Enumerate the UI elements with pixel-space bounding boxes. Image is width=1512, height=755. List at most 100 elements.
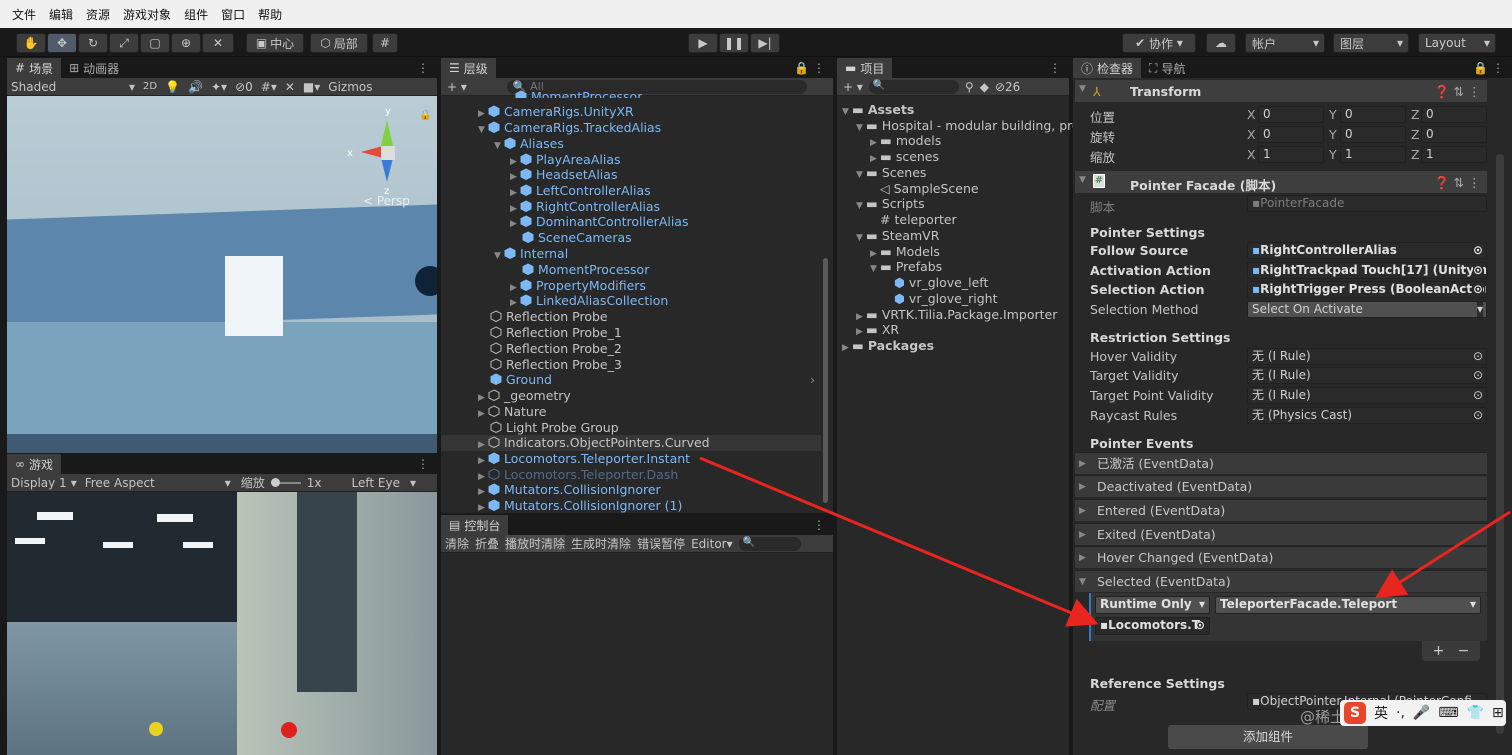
hierarchy-item[interactable]: ▶ _geometry	[478, 388, 571, 404]
persp-label[interactable]: < Persp	[363, 194, 410, 208]
expand-down-icon[interactable]: ▼	[856, 230, 866, 246]
project-item[interactable]: # teleporter	[870, 212, 957, 228]
menu-gameobject[interactable]: 游戏对象	[123, 6, 171, 23]
rotate-tool-icon[interactable]: ↻	[78, 33, 108, 53]
object-picker-icon[interactable]: ⊙	[1472, 282, 1483, 297]
hierarchy-item[interactable]: ▶ RightControllerAlias	[510, 199, 660, 215]
expand-down-icon[interactable]: ▼	[842, 104, 852, 120]
z-field[interactable]: 1	[1421, 146, 1487, 163]
game-viewport[interactable]	[7, 492, 437, 755]
hierarchy-item[interactable]: SceneCameras	[522, 230, 632, 246]
hierarchy-item[interactable]: MomentProcessor	[522, 262, 649, 278]
project-item[interactable]: ▶ ▬ models	[870, 133, 941, 149]
hierarchy-item[interactable]: Reflection Probe_1	[490, 325, 622, 341]
grid-snap-icon[interactable]: #	[372, 33, 398, 53]
expand-down-icon[interactable]: ▼	[1079, 571, 1086, 593]
toolbox-icon[interactable]: ⊞	[1492, 705, 1504, 721]
chevron-down-icon[interactable]: ▾	[1476, 302, 1483, 317]
z-field[interactable]: 0	[1421, 106, 1487, 123]
object-picker-icon[interactable]: ⊙	[1195, 618, 1205, 633]
project-item[interactable]: ⬢ vr_glove_left	[884, 275, 988, 291]
project-item[interactable]: ▶ ▬ VRTK.Tilia.Package.Importer	[856, 307, 1057, 323]
hierarchy-item[interactable]: ▶ Mutators.CollisionIgnorer (1)	[478, 498, 682, 514]
account-dropdown[interactable]: 帐户 ▾	[1245, 33, 1325, 53]
event-foldout[interactable]: ▶ 已激活 (EventData)	[1075, 452, 1487, 474]
display-dropdown[interactable]: Display 1	[11, 476, 67, 490]
hierarchy-item[interactable]: Reflection Probe_2	[490, 341, 622, 357]
y-field[interactable]: 1	[1340, 146, 1406, 163]
target-object-field[interactable]: ▪Locomotors.T ⊙	[1095, 617, 1210, 635]
component-actions-icon[interactable]: ❓ ⇅ ⋮	[1434, 175, 1480, 191]
menu-component[interactable]: 组件	[184, 6, 208, 23]
tab-hierarchy[interactable]: ☰ 层级	[441, 58, 496, 78]
expand-down-icon[interactable]: ▼	[494, 248, 504, 264]
visibility-icon[interactable]: ⊘0	[235, 80, 253, 94]
menu-edit[interactable]: 编辑	[49, 6, 73, 23]
tab-animator[interactable]: ⊞ 动画器	[61, 58, 127, 78]
expand-right-icon[interactable]: ▶	[510, 216, 520, 232]
ime-language[interactable]: 英	[1374, 703, 1388, 723]
move-tool-icon[interactable]: ✥	[47, 33, 77, 53]
hierarchy-item[interactable]: Light Probe Group	[490, 420, 619, 436]
tools-icon[interactable]: ✕	[285, 80, 295, 94]
panel-menu-icon[interactable]: ⋮	[417, 61, 429, 75]
filter-label-icon[interactable]: ◆	[980, 80, 989, 94]
aspect-dropdown[interactable]: Free Aspect	[85, 476, 225, 490]
panel-menu-icon[interactable]: ⋮	[417, 457, 429, 471]
hierarchy-item[interactable]: ▶ Mutators.CollisionIgnorer	[478, 482, 661, 498]
tab-scene[interactable]: # 场景	[7, 58, 62, 78]
collab-button[interactable]: ✔ 协作 ▾	[1122, 33, 1196, 53]
lock-icon[interactable]: 🔒 ⋮	[1473, 61, 1504, 75]
object-picker-icon[interactable]: ⊙	[1472, 243, 1483, 258]
object-picker-icon[interactable]: ⊙	[1472, 263, 1483, 278]
project-item[interactable]: ▼ ▬ Hospital - modular building, pro	[856, 118, 1080, 134]
console-search-input[interactable]: 🔍	[738, 536, 801, 551]
function-dropdown[interactable]: TeleporterFacade.Teleport ▾	[1215, 596, 1481, 614]
keyboard-icon[interactable]: ⌨	[1438, 705, 1458, 721]
event-foldout[interactable]: ▶ Entered (EventData)	[1075, 499, 1487, 521]
custom-tool-icon[interactable]: ✕	[202, 33, 234, 53]
lock-icon[interactable]: 🔒 ⋮	[794, 61, 825, 75]
pause-button[interactable]: ❚❚	[719, 33, 749, 53]
add-listener-icon[interactable]: +	[1433, 643, 1445, 659]
y-field[interactable]: 0	[1340, 126, 1406, 143]
tab-console[interactable]: ▤ 控制台	[441, 515, 509, 535]
project-search-input[interactable]: 🔍	[868, 79, 959, 94]
lock-icon[interactable]: 🔒	[419, 110, 431, 121]
panel-menu-icon[interactable]: ⋮	[813, 518, 825, 532]
hierarchy-item[interactable]: ▶ Locomotors.Teleporter.Dash	[478, 467, 678, 483]
enable-checkbox[interactable]: #	[1093, 174, 1105, 188]
skin-icon[interactable]: 👕	[1467, 705, 1484, 721]
editor-dropdown[interactable]: Editor▾	[691, 537, 733, 551]
error-pause-button[interactable]: 错误暂停	[637, 535, 685, 552]
event-foldout[interactable]: ▶ Hover Changed (EventData)	[1075, 546, 1487, 568]
pivot-button[interactable]: ▣ 中心	[246, 33, 304, 53]
project-item[interactable]: ▼ ▬ Assets	[842, 102, 914, 118]
menu-assets[interactable]: 资源	[86, 6, 110, 23]
step-button[interactable]: ▶|	[750, 33, 780, 53]
hierarchy-item[interactable]: ▶ DominantControllerAlias	[510, 214, 688, 230]
expand-down-icon[interactable]: ▼	[856, 167, 866, 183]
panel-menu-icon[interactable]: ⋮	[1049, 61, 1061, 75]
hierarchy-item[interactable]: ▶ PlayAreaAlias	[510, 152, 621, 168]
hierarchy-item[interactable]: ▶ PropertyModifiers	[510, 278, 646, 294]
project-item[interactable]: ▶ ▬ Packages	[842, 338, 934, 354]
camera-icon[interactable]: ■▾	[303, 80, 320, 94]
expand-right-icon[interactable]: ▶	[1079, 476, 1086, 498]
menu-window[interactable]: 窗口	[221, 6, 245, 23]
object-picker-icon[interactable]: ⊙	[1473, 388, 1483, 403]
hierarchy-item[interactable]: MomentProcessor	[515, 90, 642, 98]
expand-down-icon[interactable]: ▼	[856, 198, 866, 214]
project-item[interactable]: ▼ ▬ Scenes	[856, 165, 926, 181]
local-button[interactable]: ⬡ 局部	[310, 33, 368, 53]
hierarchy-item[interactable]: ▶ HeadsetAlias	[510, 167, 617, 183]
expand-right-icon[interactable]: ▶	[1079, 500, 1086, 522]
pointer-setting-field[interactable]: ▪RightControllerAlias ⊙	[1247, 242, 1487, 259]
x-field[interactable]: 1	[1258, 146, 1324, 163]
tab-inspector[interactable]: ⓘ 检查器	[1073, 58, 1142, 78]
object-picker-icon[interactable]: ⊙	[1473, 368, 1483, 383]
y-field[interactable]: 0	[1340, 106, 1406, 123]
project-item[interactable]: ▶ ▬ scenes	[870, 149, 939, 165]
event-foldout[interactable]: ▼ Selected (EventData)	[1075, 570, 1487, 592]
hierarchy-item[interactable]: ▶ Indicators.ObjectPointers.Curved	[441, 435, 821, 451]
